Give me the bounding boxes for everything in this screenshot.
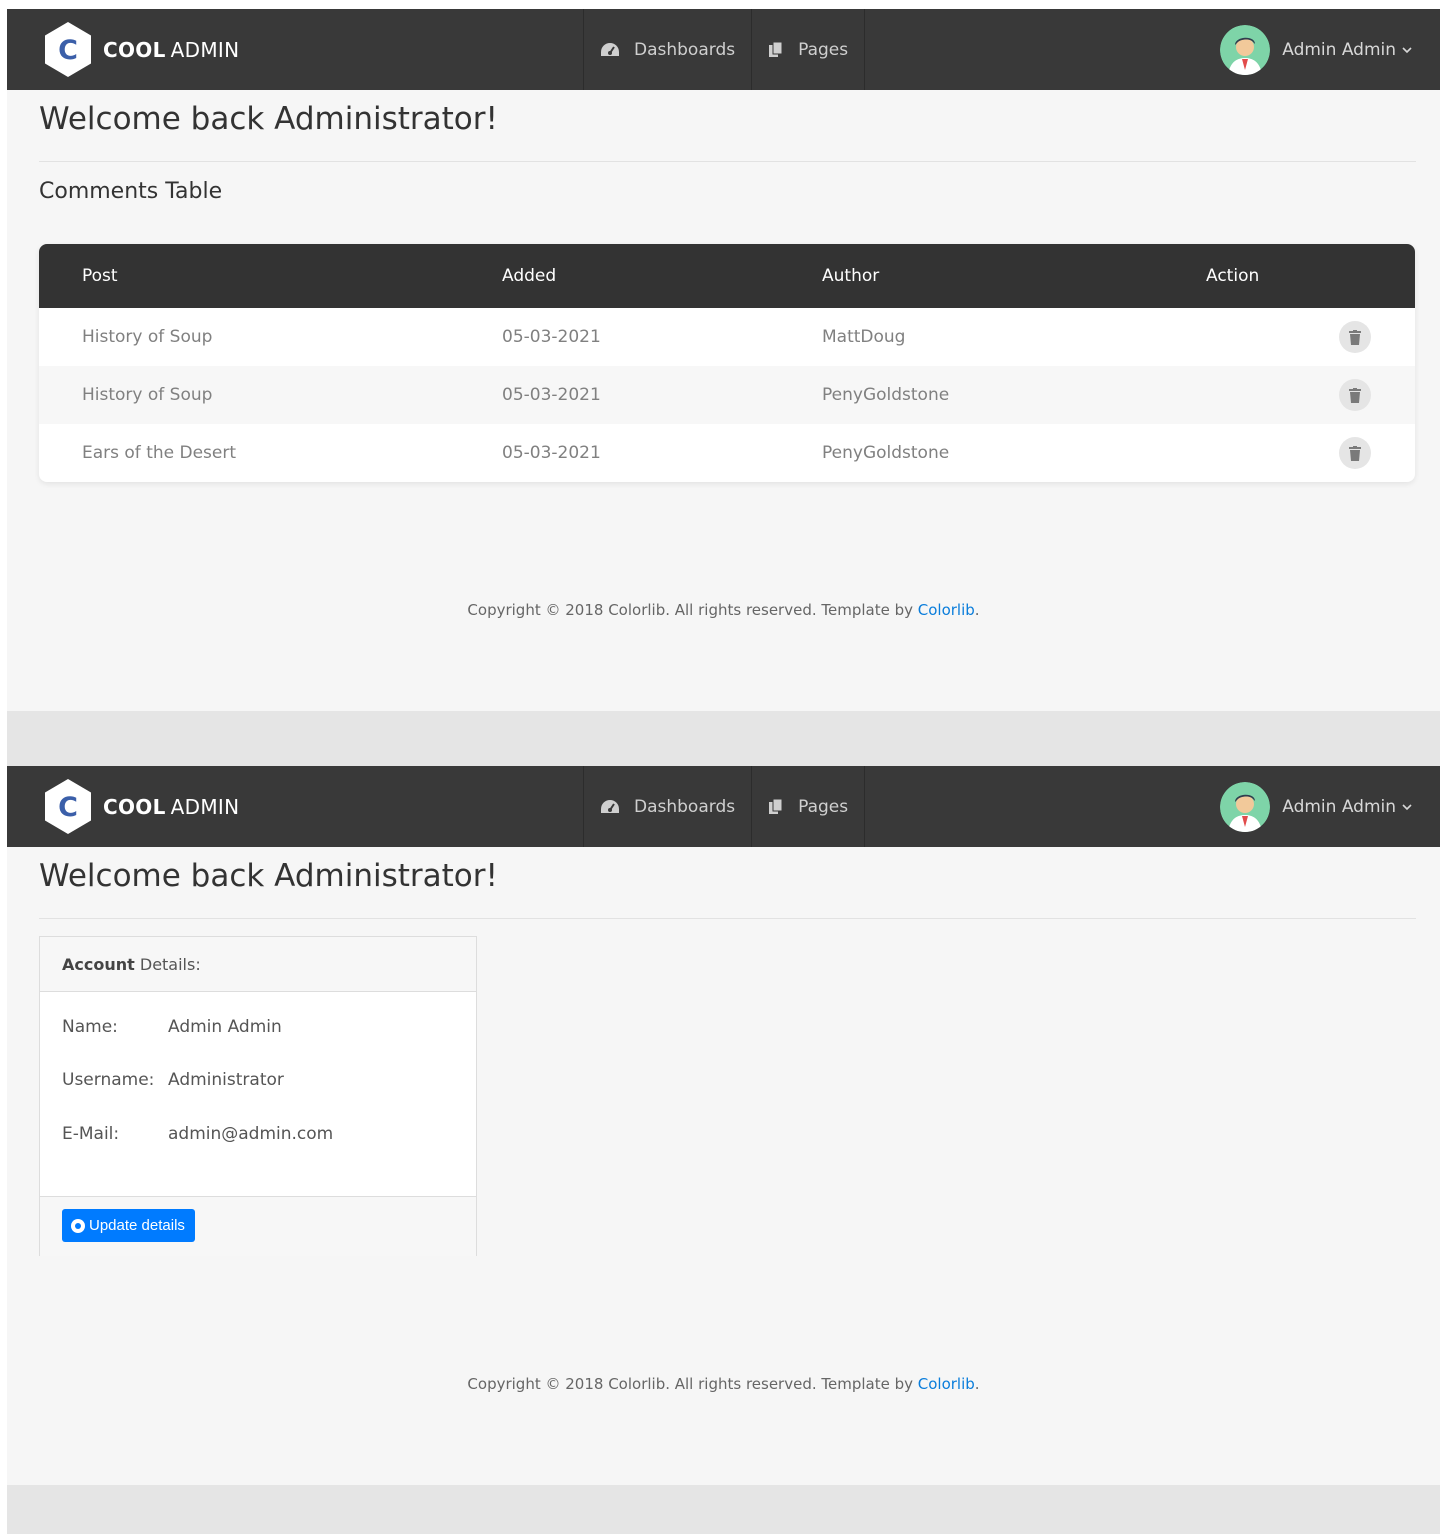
delete-button[interactable] bbox=[1339, 437, 1371, 469]
field-value: admin@admin.com bbox=[168, 1124, 334, 1144]
logo[interactable]: C COOL ADMIN bbox=[43, 21, 239, 78]
footer-end: . bbox=[974, 1375, 980, 1393]
field-label: E-Mail: bbox=[62, 1124, 120, 1144]
footer-end: . bbox=[974, 601, 980, 619]
account-view: C COOL ADMIN Dashboards Pages Admin Admin bbox=[7, 766, 1440, 1485]
field-label: Username: bbox=[62, 1070, 155, 1090]
nav-dashboards[interactable]: Dashboards bbox=[583, 9, 751, 90]
trash-icon bbox=[1349, 445, 1361, 461]
delete-button[interactable] bbox=[1339, 321, 1371, 353]
column-header-added: Added bbox=[502, 266, 557, 286]
field-value: Administrator bbox=[168, 1070, 284, 1090]
cell-post: Ears of the Desert bbox=[82, 443, 237, 463]
table-row: Ears of the Desert 05-03-2021 PenyGoldst… bbox=[39, 424, 1415, 482]
footer-text: Copyright © 2018 Colorlib. All rights re… bbox=[467, 1375, 918, 1393]
cell-author: PenyGoldstone bbox=[822, 443, 950, 463]
page-title: Welcome back Administrator! bbox=[39, 858, 498, 894]
chevron-down-icon bbox=[1402, 803, 1412, 810]
main-nav: Dashboards Pages bbox=[583, 9, 866, 90]
comments-view: C COOL ADMIN Dashboards Pages Admin Admin bbox=[7, 9, 1440, 711]
nav-pages-label: Pages bbox=[798, 39, 849, 60]
footer-colorlib-link[interactable]: Colorlib bbox=[918, 601, 975, 619]
avatar bbox=[1220, 782, 1271, 832]
separator bbox=[7, 1485, 1440, 1534]
avatar bbox=[1220, 25, 1271, 75]
account-details-card: Account Details: Name: Admin Admin Usern… bbox=[39, 936, 477, 1256]
delete-button[interactable] bbox=[1339, 379, 1371, 411]
chevron-down-icon bbox=[1402, 46, 1412, 53]
nav-pages[interactable]: Pages bbox=[751, 9, 866, 90]
table-header: Post Added Author Action bbox=[39, 244, 1415, 308]
footer: Copyright © 2018 Colorlib. All rights re… bbox=[7, 1375, 1440, 1393]
cell-post: History of Soup bbox=[82, 385, 213, 405]
card-header: Account Details: bbox=[40, 937, 476, 992]
tachometer-icon bbox=[601, 799, 619, 813]
card-body: Name: Admin Admin Username: Administrato… bbox=[40, 992, 476, 1196]
nav-pages-label: Pages bbox=[798, 796, 849, 817]
nav-dashboards-label: Dashboards bbox=[634, 796, 736, 817]
logo-letter: C bbox=[58, 792, 78, 823]
separator bbox=[7, 711, 1440, 766]
divider bbox=[39, 918, 1416, 919]
logo-hex-icon: C bbox=[45, 779, 91, 834]
tachometer-icon bbox=[601, 42, 619, 56]
column-header-action: Action bbox=[1206, 266, 1260, 286]
nav-dashboards-label: Dashboards bbox=[634, 39, 736, 60]
footer-text: Copyright © 2018 Colorlib. All rights re… bbox=[467, 601, 918, 619]
column-header-post: Post bbox=[82, 266, 118, 286]
cell-added: 05-03-2021 bbox=[502, 327, 601, 347]
copy-icon bbox=[769, 798, 783, 814]
field-value: Admin Admin bbox=[168, 1017, 282, 1037]
nav-pages[interactable]: Pages bbox=[751, 766, 866, 847]
update-details-label: Update details bbox=[89, 1217, 185, 1234]
cell-post: History of Soup bbox=[82, 327, 213, 347]
footer: Copyright © 2018 Colorlib. All rights re… bbox=[7, 601, 1440, 619]
top-header: C COOL ADMIN Dashboards Pages Admin Admin bbox=[7, 9, 1440, 90]
user-name: Admin Admin bbox=[1282, 797, 1396, 817]
nav-dashboards[interactable]: Dashboards bbox=[583, 766, 751, 847]
brand-name: COOL ADMIN bbox=[103, 37, 240, 62]
logo-letter: C bbox=[58, 35, 78, 66]
divider bbox=[39, 161, 1416, 162]
user-name: Admin Admin bbox=[1282, 40, 1396, 60]
logo-hex-icon: C bbox=[45, 22, 91, 77]
logo[interactable]: C COOL ADMIN bbox=[43, 778, 239, 835]
field-label: Name: bbox=[62, 1017, 118, 1037]
user-menu[interactable]: Admin Admin bbox=[1220, 25, 1412, 75]
cell-added: 05-03-2021 bbox=[502, 385, 601, 405]
cell-author: PenyGoldstone bbox=[822, 385, 950, 405]
page-title: Welcome back Administrator! bbox=[39, 101, 498, 137]
cell-added: 05-03-2021 bbox=[502, 443, 601, 463]
update-details-button[interactable]: Update details bbox=[62, 1209, 195, 1242]
table-row: History of Soup 05-03-2021 MattDoug bbox=[39, 308, 1415, 366]
trash-icon bbox=[1349, 387, 1361, 403]
trash-icon bbox=[1349, 329, 1361, 345]
column-header-author: Author bbox=[822, 266, 880, 286]
footer-colorlib-link[interactable]: Colorlib bbox=[918, 1375, 975, 1393]
top-header: C COOL ADMIN Dashboards Pages Admin Admin bbox=[7, 766, 1440, 847]
main-nav: Dashboards Pages bbox=[583, 766, 866, 847]
copy-icon bbox=[769, 41, 783, 57]
comments-table: Post Added Author Action History of Soup… bbox=[39, 244, 1415, 482]
comments-table-title: Comments Table bbox=[39, 179, 223, 204]
brand-name: COOL ADMIN bbox=[103, 794, 240, 819]
dot-circle-icon bbox=[71, 1218, 85, 1233]
table-row: History of Soup 05-03-2021 PenyGoldstone bbox=[39, 366, 1415, 424]
card-footer: Update details bbox=[40, 1196, 476, 1256]
user-menu[interactable]: Admin Admin bbox=[1220, 782, 1412, 832]
cell-author: MattDoug bbox=[822, 327, 906, 347]
